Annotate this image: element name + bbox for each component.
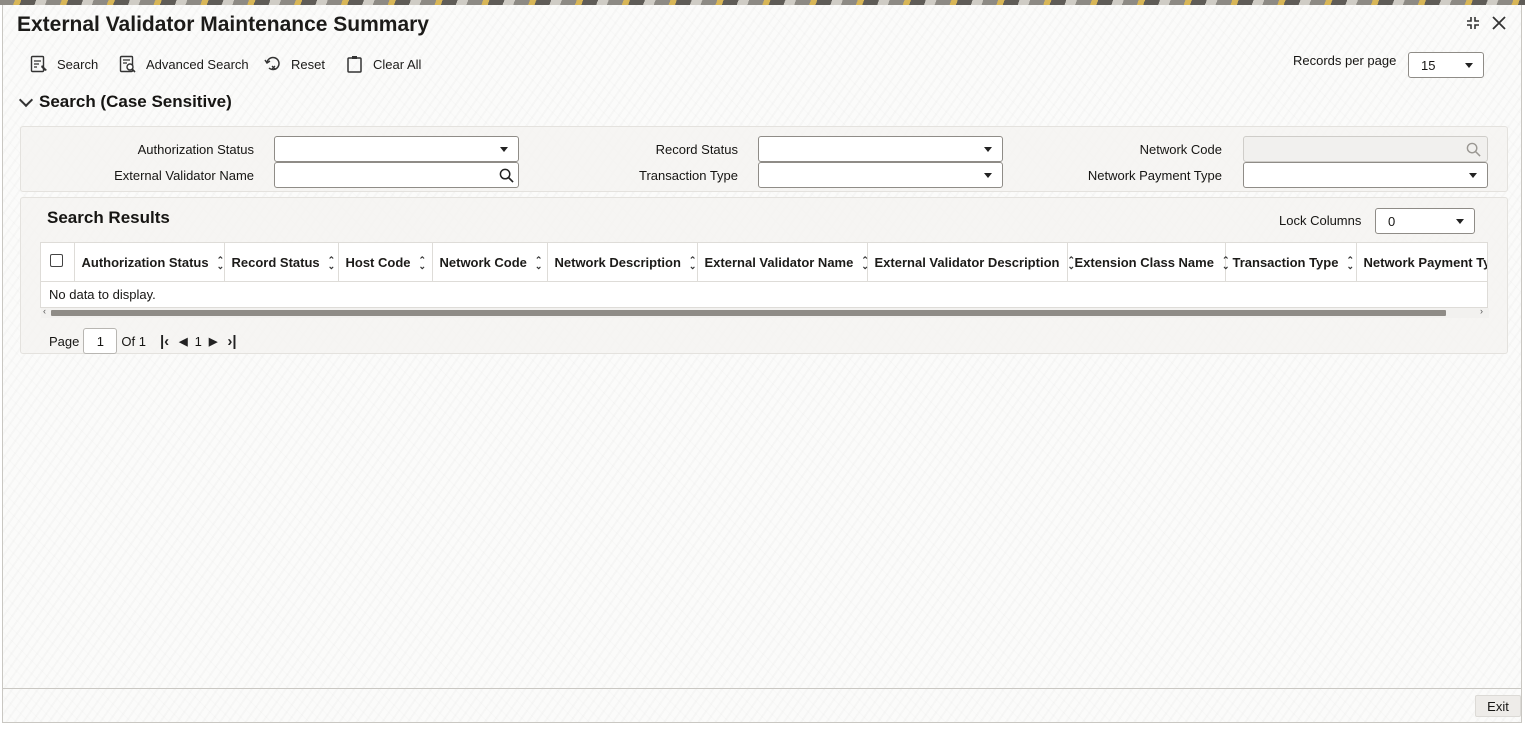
search-button[interactable]: Search: [29, 53, 98, 75]
records-per-page-value: 15: [1421, 57, 1436, 73]
results-grid: Authorization Status ⌃ ⌄ Record Status ⌃ ⌄ H…: [40, 242, 1488, 308]
network-payment-type-label: Network Payment Type: [1087, 168, 1222, 183]
transaction-type-select[interactable]: [758, 162, 1003, 188]
column-header[interactable]: Record Status ⌃ ⌄: [224, 243, 339, 282]
reset-button[interactable]: Reset: [263, 53, 325, 75]
external-validator-name-label: External Validator Name: [114, 168, 254, 183]
chevron-down-icon: [500, 146, 508, 152]
sort-icon: ⌃ ⌄: [327, 255, 336, 272]
chevron-down-icon: [984, 172, 992, 178]
sort-icon: ⌃ ⌄: [534, 255, 543, 272]
column-header-label: Network Code: [439, 254, 527, 270]
transaction-type-label: Transaction Type: [639, 168, 738, 183]
page-title: External Validator Maintenance Summary: [17, 13, 429, 36]
empty-results-message: No data to display.: [49, 287, 156, 302]
reset-button-label: Reset: [291, 56, 325, 72]
lock-columns-label: Lock Columns: [1279, 213, 1362, 228]
column-header-label: Transaction Type: [1232, 254, 1339, 270]
page-label: Page: [49, 333, 80, 349]
table-header-row: Authorization Status ⌃ ⌄ Record Status ⌃ ⌄ H…: [41, 243, 1488, 282]
chevron-down-icon: [1465, 62, 1473, 68]
current-page-number: 1: [194, 333, 202, 349]
column-header-label: Extension Class Name: [1074, 254, 1214, 270]
column-header[interactable]: External Validator Name ⌃ ⌄: [697, 243, 869, 282]
close-icon[interactable]: [1489, 13, 1509, 38]
page-number-input[interactable]: 1: [83, 328, 118, 354]
search-section-title: Search (Case Sensitive): [39, 92, 232, 111]
results-table: Authorization Status ⌃ ⌄ Record Status ⌃ ⌄ H…: [41, 243, 1488, 282]
chevron-down-icon: [1469, 172, 1477, 178]
sort-icon: ⌃ ⌄: [216, 255, 225, 272]
advanced-search-button-label: Advanced Search: [146, 56, 249, 72]
column-header[interactable]: Transaction Type ⌃ ⌄: [1225, 243, 1357, 282]
scroll-right-icon[interactable]: ›: [1480, 306, 1483, 316]
column-header[interactable]: External Validator Description ⌃ ⌄: [867, 243, 1075, 282]
column-header[interactable]: Network Payment Type: [1356, 243, 1488, 282]
advanced-search-button[interactable]: Advanced Search: [118, 53, 249, 75]
network-code-field[interactable]: [1243, 136, 1488, 162]
previous-page-icon[interactable]: ◀: [179, 335, 187, 348]
clipboard-icon: [347, 56, 362, 73]
column-header-label: External Validator Description: [874, 254, 1060, 270]
column-header-label: External Validator Name: [704, 254, 854, 270]
column-header[interactable]: Network Code ⌃ ⌄: [432, 243, 548, 282]
clear-all-button[interactable]: Clear All: [345, 53, 421, 75]
pagination-bar: Page 1 Of 1 |‹ ◀ 1 ▶ ›|: [49, 328, 242, 354]
column-header-label: Network Description: [554, 254, 681, 270]
scrollbar-thumb[interactable]: [51, 310, 1446, 316]
lock-columns-select[interactable]: 0: [1375, 208, 1475, 234]
sort-icon: ⌃ ⌄: [1221, 255, 1230, 272]
search-button-label: Search: [57, 56, 99, 72]
column-header-label: Record Status: [231, 254, 320, 270]
search-doc-icon: [30, 55, 47, 73]
select-all-cell: [41, 243, 75, 282]
advanced-search-icon: [119, 55, 136, 73]
network-code-label: Network Code: [1139, 142, 1222, 157]
magnifier-icon[interactable]: [499, 168, 514, 183]
column-header[interactable]: Extension Class Name ⌃ ⌄: [1067, 243, 1230, 282]
external-validator-name-field[interactable]: [274, 162, 519, 188]
last-page-icon[interactable]: ›|: [227, 333, 236, 350]
chevron-down-icon: [984, 146, 992, 152]
select-all-checkbox[interactable]: [50, 254, 63, 267]
authorization-status-label: Authorization Status: [137, 142, 254, 157]
page-count-label: Of 1: [121, 333, 146, 349]
scroll-left-icon[interactable]: ‹: [43, 306, 46, 316]
chevron-down-icon: [18, 92, 34, 107]
column-header-label: Authorization Status: [81, 254, 209, 270]
lock-columns-value: 0: [1388, 213, 1396, 229]
footer-divider: [3, 688, 1521, 689]
column-header-label: Network Payment Type: [1363, 254, 1488, 270]
minimize-icon[interactable]: [1463, 13, 1483, 38]
search-results-title: Search Results: [47, 208, 170, 227]
sort-icon: ⌃ ⌄: [688, 255, 697, 272]
column-header[interactable]: Host Code ⌃ ⌄: [338, 243, 433, 282]
next-page-icon[interactable]: ▶: [209, 335, 217, 348]
column-header[interactable]: Authorization Status ⌃ ⌄: [74, 243, 225, 282]
clear-all-button-label: Clear All: [373, 56, 422, 72]
search-section-toggle[interactable]: Search (Case Sensitive): [18, 92, 232, 112]
record-status-label: Record Status: [655, 142, 738, 157]
column-header[interactable]: Network Description ⌃ ⌄: [547, 243, 698, 282]
record-status-select[interactable]: [758, 136, 1003, 162]
records-per-page-label: Records per page: [1293, 53, 1397, 68]
chevron-down-icon: [1456, 218, 1464, 224]
records-per-page-select[interactable]: 15: [1408, 52, 1484, 78]
exit-button[interactable]: Exit: [1475, 695, 1521, 717]
column-header-label: Host Code: [345, 254, 411, 270]
network-payment-type-select[interactable]: [1243, 162, 1488, 188]
sort-icon: ⌃ ⌄: [861, 255, 869, 272]
sort-icon: ⌃ ⌄: [418, 255, 427, 272]
magnifier-icon[interactable]: [1466, 142, 1481, 157]
horizontal-scrollbar[interactable]: ‹ ›: [41, 306, 1489, 318]
reset-icon: [264, 56, 280, 71]
authorization-status-select[interactable]: [274, 136, 519, 162]
first-page-icon[interactable]: |‹: [160, 333, 169, 350]
sort-icon: ⌃ ⌄: [1346, 255, 1355, 272]
summary-window: External Validator Maintenance Summary S…: [2, 5, 1522, 723]
